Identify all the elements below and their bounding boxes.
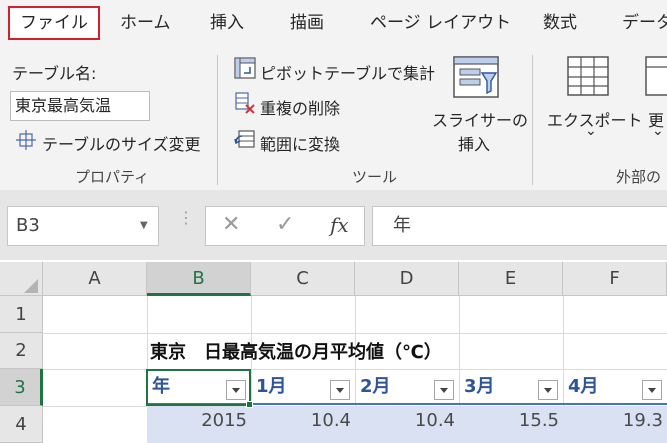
column-header-b[interactable]: B [147, 262, 251, 296]
grid-line [43, 333, 667, 334]
filter-dropdown-icon[interactable] [538, 380, 558, 400]
cell-d4[interactable]: 10.4 [355, 410, 455, 431]
tab-page-layout[interactable]: ページ レイアウト [370, 6, 511, 40]
resize-table-icon [16, 130, 36, 154]
group-separator [532, 55, 533, 185]
enter-icon[interactable]: ✓ [276, 212, 294, 237]
filter-dropdown-icon[interactable] [642, 380, 662, 400]
filter-dropdown-icon[interactable] [434, 380, 454, 400]
insert-function-icon[interactable]: fx [330, 213, 349, 237]
export-chevron-icon[interactable]: ⌄ [585, 123, 597, 139]
export-icon [566, 55, 612, 105]
column-header-a[interactable]: A [43, 262, 147, 296]
group-separator [217, 55, 218, 185]
fill-handle[interactable] [246, 401, 253, 408]
row-header-2[interactable]: 2 [0, 333, 43, 369]
active-cell-border [146, 369, 251, 406]
convert-to-range-icon [234, 128, 256, 154]
name-box[interactable]: B3 [7, 206, 159, 246]
remove-duplicates-icon [234, 92, 256, 118]
ribbon-tab-bar: ファイル ホーム 挿入 描画 ページ レイアウト 数式 データ [0, 0, 667, 45]
tab-data[interactable]: データ [622, 6, 667, 40]
slicer-icon [452, 55, 500, 105]
tab-draw[interactable]: 描画 [290, 6, 324, 40]
tab-file[interactable]: ファイル [8, 6, 100, 40]
refresh-icon [644, 55, 667, 105]
tab-home[interactable]: ホーム [120, 6, 171, 40]
refresh-chevron-icon[interactable]: ⌄ [652, 123, 664, 139]
cell-c4[interactable]: 10.4 [251, 410, 351, 431]
select-all-triangle-icon [24, 279, 38, 293]
table-name-label: テーブル名: [12, 64, 97, 83]
tab-insert[interactable]: 挿入 [210, 6, 244, 40]
slicer-label-1[interactable]: スライサーの [432, 107, 528, 131]
formula-input[interactable]: 年 [372, 206, 667, 246]
group-title-properties: プロパティ [75, 168, 150, 186]
name-box-dropdown-icon[interactable]: ▼ [140, 220, 148, 231]
cell-e4[interactable]: 15.5 [459, 410, 559, 431]
column-header-f[interactable]: F [563, 262, 667, 296]
pivot-summarize-button[interactable]: ピボットテーブルで集計 [260, 60, 435, 84]
column-header-e[interactable]: E [459, 262, 563, 296]
row-header-4[interactable]: 4 [0, 406, 43, 443]
group-title-external-data: 外部の [616, 168, 662, 186]
convert-to-range-button[interactable]: 範囲に変換 [260, 131, 340, 155]
table-title-cell[interactable]: 東京 日最高気温の月平均値（℃） [150, 338, 442, 364]
group-title-tools: ツール [352, 168, 398, 186]
pivot-table-icon [234, 57, 256, 83]
tab-formulas[interactable]: 数式 [543, 6, 577, 40]
cancel-icon[interactable]: ✕ [222, 212, 240, 237]
cell-f4[interactable]: 19.3 [563, 410, 663, 431]
slicer-label-2[interactable]: 挿入 [458, 131, 490, 155]
formula-bar-grip-icon[interactable]: ⋮ [178, 210, 194, 226]
cell-b4[interactable]: 2015 [147, 410, 247, 431]
ribbon-divider [0, 190, 667, 200]
resize-table-button[interactable]: テーブルのサイズ変更 [42, 131, 201, 155]
column-header-d[interactable]: D [355, 262, 459, 296]
table-name-input[interactable]: 東京最高気温 [10, 91, 150, 121]
filter-dropdown-icon[interactable] [330, 380, 350, 400]
row-header-3[interactable]: 3 [0, 369, 43, 406]
column-header-c[interactable]: C [251, 262, 355, 296]
remove-duplicates-button[interactable]: 重複の削除 [260, 95, 340, 119]
row-header-1[interactable]: 1 [0, 296, 43, 333]
